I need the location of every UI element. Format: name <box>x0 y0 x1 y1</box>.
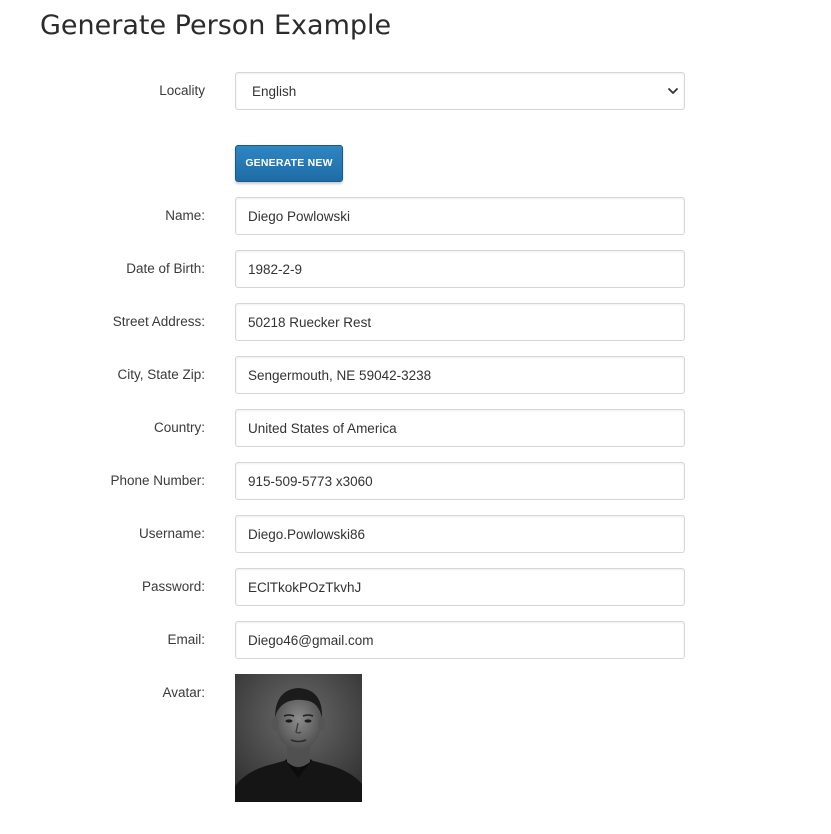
country-field[interactable] <box>235 409 685 447</box>
locality-select[interactable]: English <box>235 72 685 110</box>
city-state-zip-label: City, State Zip: <box>117 367 205 382</box>
locality-selected-value: English <box>252 84 297 99</box>
person-portrait-icon <box>235 674 362 802</box>
locality-label: Locality <box>159 83 205 98</box>
username-field[interactable] <box>235 515 685 553</box>
date-of-birth-label: Date of Birth: <box>126 261 205 276</box>
username-label: Username: <box>138 526 205 541</box>
password-label: Password: <box>141 579 205 594</box>
avatar-label: Avatar: <box>162 685 205 700</box>
generate-new-button[interactable]: GENERATE NEW <box>235 145 343 182</box>
name-field[interactable] <box>235 197 685 235</box>
country-label: Country: <box>153 420 205 435</box>
email-label: Email: <box>167 632 205 647</box>
street-address-label: Street Address: <box>112 314 205 329</box>
phone-number-field[interactable] <box>235 462 685 500</box>
name-label: Name: <box>165 208 205 223</box>
phone-number-label: Phone Number: <box>110 473 205 488</box>
page-title: Generate Person Example <box>40 10 392 41</box>
street-address-field[interactable] <box>235 303 685 341</box>
date-of-birth-field[interactable] <box>235 250 685 288</box>
city-state-zip-field[interactable] <box>235 356 685 394</box>
avatar-image <box>235 674 362 802</box>
password-field[interactable] <box>235 568 685 606</box>
chevron-down-icon <box>668 88 678 94</box>
email-field[interactable] <box>235 621 685 659</box>
